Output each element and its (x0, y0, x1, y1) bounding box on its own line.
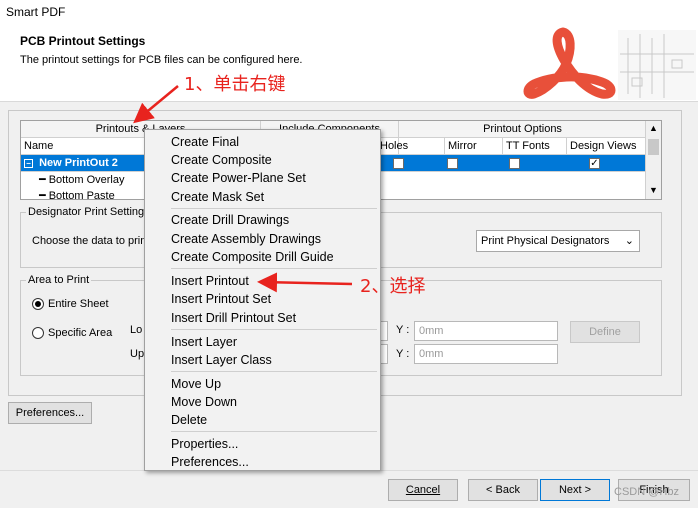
step1-annotation: 1、单击右键 (184, 74, 286, 95)
step2-arrow (257, 272, 353, 293)
step2-annotation: 2、选择 (360, 276, 426, 297)
step1-arrow (133, 85, 179, 124)
annotation-arrows (133, 85, 353, 293)
